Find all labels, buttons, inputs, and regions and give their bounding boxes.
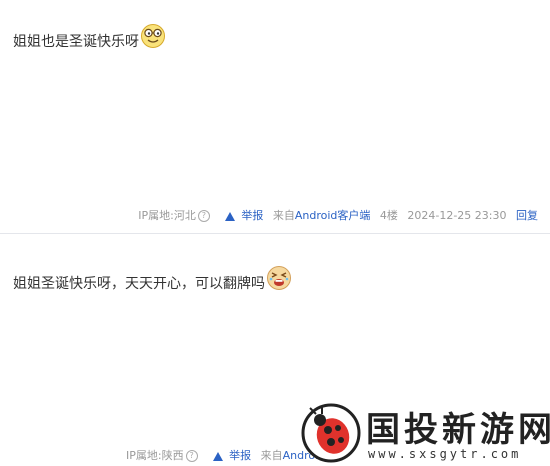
ladybug-logo-icon — [301, 403, 361, 463]
watermark-url: www.sxsgytr.com — [368, 447, 522, 461]
help-icon[interactable]: ? — [185, 450, 198, 462]
reply-post: 姐姐也是圣诞快乐呀 IP属地:河北? 举报 来自Android客户端 4楼 20… — [0, 0, 550, 232]
laughing-cry-icon — [267, 266, 291, 290]
source-app-link[interactable]: Android客户端 — [295, 209, 371, 222]
post-content: 姐姐也是圣诞快乐呀 — [13, 24, 166, 55]
report-link[interactable]: 举报 — [225, 209, 263, 222]
post-text: 姐姐也是圣诞快乐呀 — [13, 34, 139, 50]
ip-location: IP属地:陕西? — [126, 449, 204, 462]
warning-icon — [213, 451, 224, 461]
post-source: 来自Android客户端 — [272, 209, 371, 222]
watermark-title: 国投新游网 — [366, 410, 550, 450]
post-meta: IP属地:陕西? 举报 来自Androi — [126, 447, 324, 463]
post-meta: IP属地:河北? 举报 来自Android客户端 4楼 2024-12-25 2… — [138, 207, 538, 223]
post-divider — [0, 233, 550, 234]
ip-location: IP属地:河北? — [138, 209, 216, 222]
post-text: 姐姐圣诞快乐呀，天天开心，可以翻牌吗 — [13, 276, 265, 292]
report-link[interactable]: 举报 — [213, 449, 251, 462]
smiley-glasses-icon — [141, 24, 165, 48]
post-time: 2024-12-25 23:30 — [407, 209, 507, 222]
warning-icon — [225, 211, 236, 221]
help-icon[interactable]: ? — [197, 210, 210, 222]
post-content: 姐姐圣诞快乐呀，天天开心，可以翻牌吗 — [13, 266, 292, 297]
reply-button[interactable]: 回复 — [516, 209, 538, 222]
floor-number: 4楼 — [379, 209, 398, 222]
site-watermark: 国投新游网 www.sxsgytr.com — [298, 400, 550, 466]
